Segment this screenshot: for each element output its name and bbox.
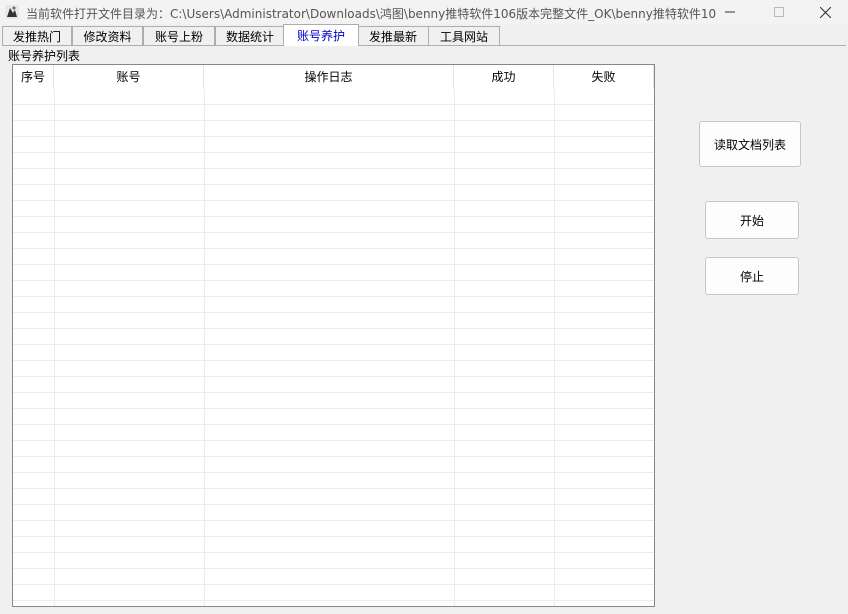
maximize-button[interactable] (756, 0, 802, 24)
column-header-index[interactable]: 序号 (13, 65, 54, 89)
start-button[interactable]: 开始 (705, 201, 799, 239)
tab-statistics[interactable]: 数据统计 (215, 26, 285, 45)
list-body (13, 89, 654, 606)
app-icon (5, 5, 19, 19)
list-group-label: 账号养护列表 (8, 49, 81, 63)
title-bar: 当前软件打开文件目录为：C:\Users\Administrator\Downl… (0, 0, 848, 24)
column-header-success[interactable]: 成功 (454, 65, 554, 89)
column-divider (454, 89, 455, 606)
tab-add-followers[interactable]: 账号上粉 (143, 26, 215, 45)
close-button[interactable] (802, 0, 848, 24)
column-divider (654, 89, 655, 607)
maximize-icon (774, 7, 784, 17)
read-document-list-button[interactable]: 读取文档列表 (699, 121, 801, 167)
tab-latest-tweets[interactable]: 发推最新 (357, 26, 429, 45)
minimize-icon (725, 11, 735, 13)
close-icon (819, 6, 831, 18)
column-divider (554, 89, 555, 606)
account-maintenance-list[interactable]: 序号 账号 操作日志 成功 失败 (12, 64, 655, 607)
column-divider (204, 89, 205, 606)
tab-hot-tweets[interactable]: 发推热门 (2, 26, 72, 45)
tab-strip: 发推热门 修改资料 账号上粉 数据统计 账号养护 发推最新 工具网站 (2, 24, 848, 46)
minimize-button[interactable] (707, 0, 753, 24)
column-header-fail[interactable]: 失败 (554, 65, 654, 89)
window-title: 当前软件打开文件目录为：C:\Users\Administrator\Downl… (26, 7, 716, 21)
tab-panel-border (2, 45, 846, 46)
column-divider (54, 89, 55, 606)
column-header-log[interactable]: 操作日志 (204, 65, 454, 89)
tab-edit-profile[interactable]: 修改资料 (72, 26, 143, 45)
tab-account-maintenance[interactable]: 账号养护 (283, 24, 359, 46)
column-header-account[interactable]: 账号 (54, 65, 204, 89)
tab-tool-sites[interactable]: 工具网站 (428, 26, 500, 45)
stop-button[interactable]: 停止 (705, 257, 799, 295)
list-header: 序号 账号 操作日志 成功 失败 (13, 65, 654, 89)
